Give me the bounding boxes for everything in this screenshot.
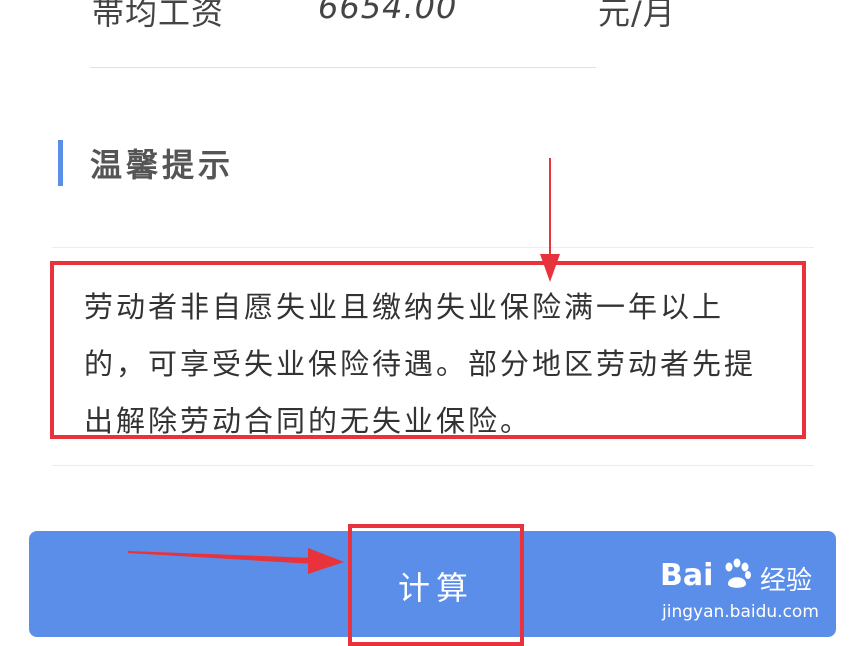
tip-content-highlight: 劳动者非自愿失业且缴纳失业保险满一年以上的，可享受失业保险待遇。部分地区劳动者先… (50, 261, 806, 439)
tip-content: 劳动者非自愿失业且缴纳失业保险满一年以上的，可享受失业保险待遇。部分地区劳动者先… (84, 290, 757, 438)
baidu-paw-icon (725, 558, 751, 588)
average-wage-value: 6654.00 (318, 0, 458, 26)
annotation-arrow-right-icon (128, 548, 344, 574)
page: 帯均工资 6654.00 元/月 温馨提示 劳动者非自愿失业且缴纳失业保险满一年… (0, 0, 864, 646)
watermark-jingyan-text: 经验 (760, 566, 813, 596)
average-wage-unit: 元/月 (598, 0, 676, 32)
divider (52, 465, 814, 466)
average-wage-row: 帯均工资 6654.00 元/月 (92, 0, 692, 38)
calculate-button-label: 计算 (398, 569, 475, 607)
watermark-logo-text: Bai (660, 558, 714, 593)
watermark-url: jingyan.baidu.com (662, 602, 819, 622)
divider (90, 67, 596, 68)
annotation-arrow-down-icon (540, 158, 560, 282)
tip-accent-bar (58, 140, 63, 186)
baidu-jingyan-watermark: Bai 经验 jingyan.baidu.com (660, 558, 830, 628)
tip-title: 温馨提示 (90, 146, 235, 184)
average-wage-label: 帯均工资 (92, 0, 225, 32)
divider (52, 247, 814, 248)
